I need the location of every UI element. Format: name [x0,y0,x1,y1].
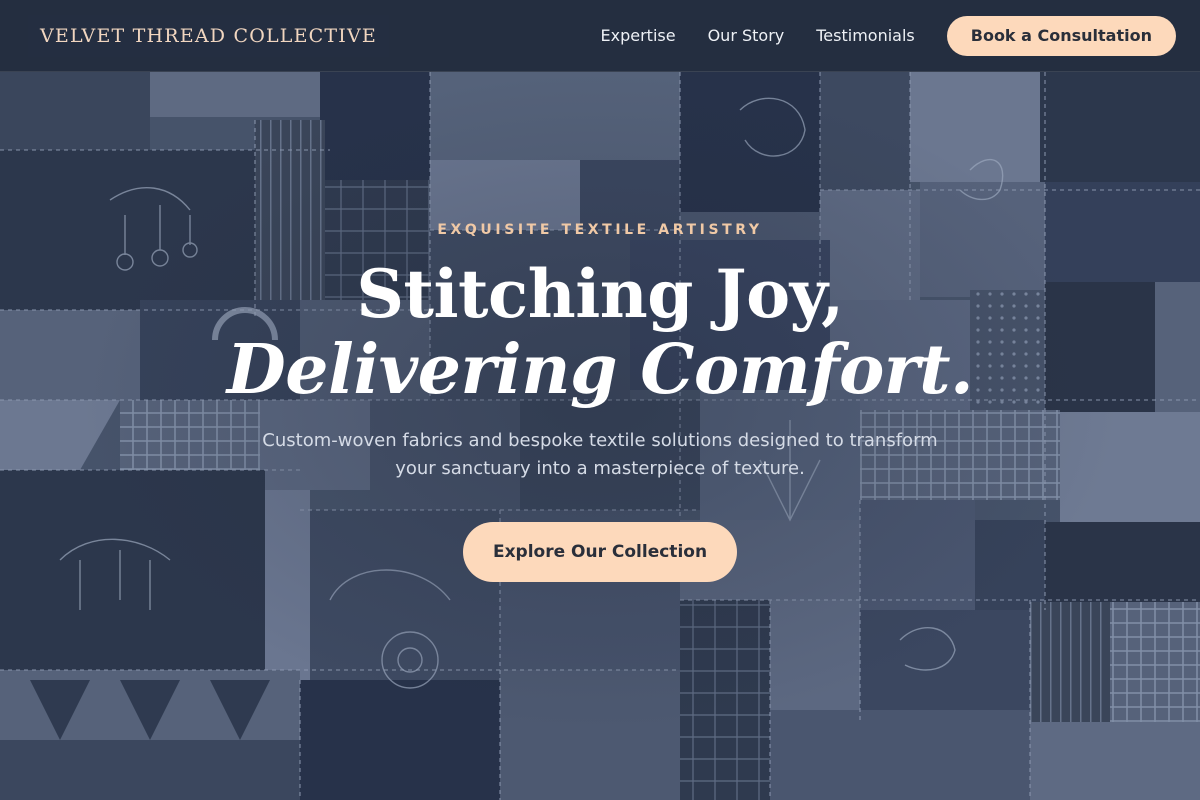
brand-logo-text[interactable]: VELVET THREAD COLLECTIVE [28,14,389,57]
hero-subtitle: Custom-woven fabrics and bespoke textile… [262,430,938,479]
nav-link-testimonials[interactable]: Testimonials [816,26,915,45]
nav-link-expertise[interactable]: Expertise [601,26,676,45]
hero-headline-line1: Stitching Joy, [356,255,844,333]
hero-section: EXQUISITE TEXTILE ARTISTRY Stitching Joy… [0,72,1200,800]
site-header: VELVET THREAD COLLECTIVE Expertise Our S… [0,0,1200,72]
nav-link-our-story[interactable]: Our Story [708,26,785,45]
book-consultation-button[interactable]: Book a Consultation [946,15,1176,56]
page: VELVET THREAD COLLECTIVE Expertise Our S… [0,0,1200,800]
explore-collection-button[interactable]: Explore Our Collection [463,522,737,582]
hero-eyebrow: EXQUISITE TEXTILE ARTISTRY [437,222,763,238]
main-nav: Expertise Our Story Testimonials Book a … [601,15,1176,56]
hero-headline-line2: Delivering Comfort. [226,330,974,410]
